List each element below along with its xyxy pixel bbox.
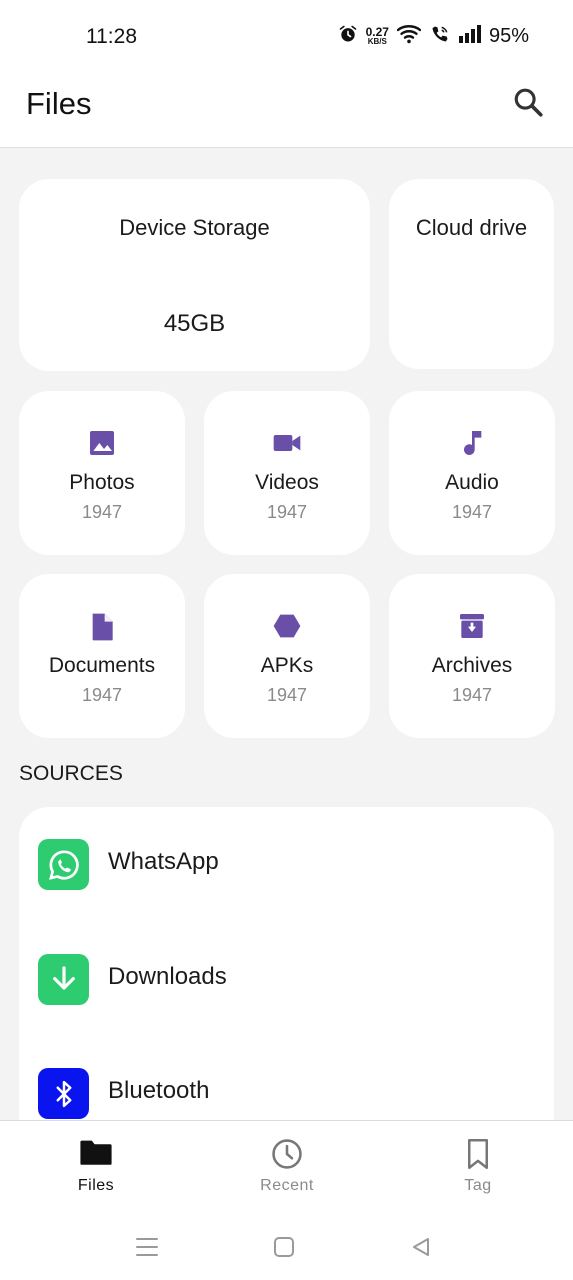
category-archives[interactable]: Archives 1947 xyxy=(389,574,555,738)
source-item-downloads[interactable]: Downloads xyxy=(19,954,554,1014)
cloud-drive-card[interactable]: Cloud drive xyxy=(389,179,554,369)
bottom-navigation: Files Recent Tag xyxy=(0,1120,573,1212)
page-title: Files xyxy=(26,86,92,121)
status-bar: 11:28 0.27 KB/S 95% xyxy=(0,0,573,72)
wifi-calling-icon xyxy=(429,24,451,49)
home-icon[interactable] xyxy=(269,1232,299,1262)
image-icon xyxy=(19,427,185,461)
alarm-icon xyxy=(338,24,358,49)
status-icons: 0.27 KB/S 95% xyxy=(338,24,529,49)
category-label: Documents xyxy=(48,654,156,677)
category-count: 1947 xyxy=(451,685,493,705)
folder-icon xyxy=(36,1137,156,1173)
device-storage-title: Device Storage xyxy=(119,215,270,240)
category-label: Photos xyxy=(69,471,135,494)
network-speed-unit: KB/S xyxy=(367,36,387,46)
main-content: Device Storage 45GB Cloud drive Photos 1… xyxy=(0,148,573,1120)
device-storage-size: 45GB xyxy=(163,310,226,337)
source-label: Downloads xyxy=(108,963,227,990)
wifi-icon xyxy=(396,24,422,49)
category-label: Videos xyxy=(255,471,319,494)
nav-item-recent[interactable]: Recent xyxy=(227,1137,347,1201)
nav-item-files[interactable]: Files xyxy=(36,1137,156,1201)
category-documents[interactable]: Documents 1947 xyxy=(19,574,185,738)
search-icon[interactable] xyxy=(511,85,545,119)
music-note-icon xyxy=(389,427,555,461)
device-storage-card[interactable]: Device Storage 45GB xyxy=(19,179,370,371)
back-icon[interactable] xyxy=(406,1232,436,1262)
bookmark-icon xyxy=(418,1137,538,1173)
category-count: 1947 xyxy=(266,502,308,522)
network-speed: 0.27 KB/S xyxy=(365,24,389,47)
nav-label: Recent xyxy=(260,1177,314,1194)
whatsapp-icon xyxy=(38,839,89,890)
category-count: 1947 xyxy=(266,685,308,705)
hexagon-icon xyxy=(204,610,370,644)
clock-icon xyxy=(227,1137,347,1173)
category-count: 1947 xyxy=(81,502,123,522)
category-apks[interactable]: APKs 1947 xyxy=(204,574,370,738)
category-photos[interactable]: Photos 1947 xyxy=(19,391,185,555)
sources-heading: SOURCES xyxy=(19,762,123,785)
source-label: Bluetooth xyxy=(108,1077,210,1104)
category-count: 1947 xyxy=(451,502,493,522)
nav-item-tag[interactable]: Tag xyxy=(418,1137,538,1201)
category-label: Audio xyxy=(445,471,499,494)
category-audio[interactable]: Audio 1947 xyxy=(389,391,555,555)
category-videos[interactable]: Videos 1947 xyxy=(204,391,370,555)
category-label: Archives xyxy=(431,654,513,677)
app-bar: Files xyxy=(0,72,573,148)
category-count: 1947 xyxy=(81,685,123,705)
battery-level: 95% xyxy=(488,25,529,47)
source-item-whatsapp[interactable]: WhatsApp xyxy=(19,839,554,899)
menu-icon[interactable] xyxy=(132,1232,162,1262)
archive-icon xyxy=(389,610,555,644)
sources-list: WhatsApp Downloads Bluetooth xyxy=(19,807,554,1120)
nav-label: Tag xyxy=(464,1177,492,1194)
document-icon xyxy=(19,610,185,644)
source-item-bluetooth[interactable]: Bluetooth xyxy=(19,1068,554,1120)
signal-icon xyxy=(458,25,481,48)
cloud-drive-title: Cloud drive xyxy=(415,215,528,240)
network-speed-value: 0.27 xyxy=(365,24,389,39)
category-label: APKs xyxy=(260,654,314,677)
nav-label: Files xyxy=(77,1177,115,1194)
videocam-icon xyxy=(204,427,370,461)
download-icon xyxy=(38,954,89,1005)
bluetooth-icon xyxy=(38,1068,89,1119)
source-label: WhatsApp xyxy=(108,848,219,875)
system-navigation-bar xyxy=(0,1212,573,1280)
status-time: 11:28 xyxy=(86,25,137,48)
